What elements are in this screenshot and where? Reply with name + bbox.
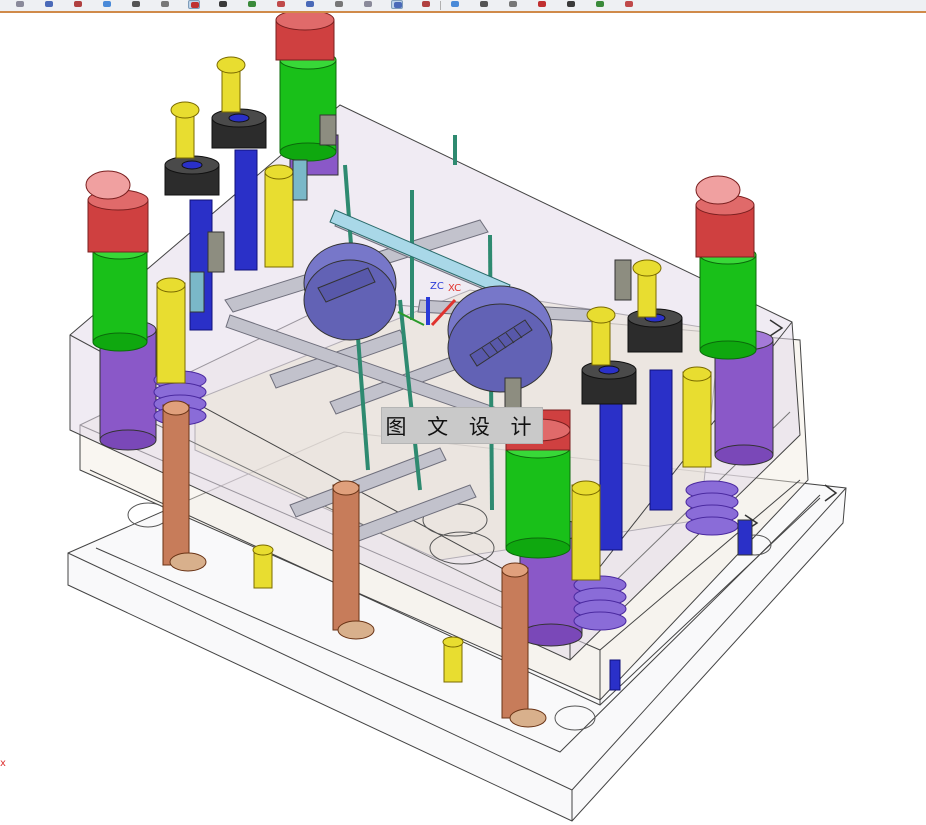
arc-icon-glyph (277, 1, 285, 7)
filter-icon[interactable] (188, 0, 200, 9)
watermark-label: 图 文 设 计 (385, 414, 539, 439)
view-icon-glyph (480, 1, 488, 7)
measure-icon-glyph (394, 2, 402, 8)
circle-icon-glyph (335, 1, 343, 7)
cut-icon[interactable] (304, 0, 316, 9)
origin-marker: x (0, 758, 6, 769)
wcs-icon[interactable] (72, 0, 84, 9)
pan-icon-glyph (132, 1, 140, 7)
curve-icon-glyph (248, 1, 256, 7)
triad-xc-label: XC (448, 283, 462, 294)
point-icon[interactable] (217, 0, 229, 9)
toolbar (0, 0, 926, 13)
graphics-viewport[interactable]: ZC XC 图 文 设 计 x (0, 13, 926, 825)
measure-icon[interactable] (391, 0, 403, 9)
watermark-label-box: 图 文 设 计 (381, 407, 543, 444)
snap-icon[interactable] (14, 0, 26, 9)
select-icon-glyph (45, 1, 53, 7)
shaded-view-icon[interactable] (101, 0, 113, 9)
view-icon[interactable] (478, 0, 490, 9)
clip-icon-glyph (625, 1, 633, 7)
curve-icon[interactable] (246, 0, 258, 9)
orient-icon[interactable] (420, 0, 432, 9)
face-icon-glyph (567, 1, 575, 7)
render-icon-glyph (509, 1, 517, 7)
rotate-icon-glyph (161, 1, 169, 7)
face-icon[interactable] (565, 0, 577, 9)
shaded-view-icon-glyph (103, 1, 111, 7)
circle-icon[interactable] (333, 0, 345, 9)
edge-icon[interactable] (536, 0, 548, 9)
triad-zc-label: ZC (430, 281, 444, 292)
filter-icon-glyph (191, 2, 199, 8)
edge-icon-glyph (538, 1, 546, 7)
render-icon[interactable] (507, 0, 519, 9)
clip-icon[interactable] (623, 0, 635, 9)
layer-icon-glyph (451, 1, 459, 7)
arc-icon[interactable] (275, 0, 287, 9)
move-icon[interactable] (362, 0, 374, 9)
section-icon[interactable] (594, 0, 606, 9)
layer-icon[interactable] (449, 0, 461, 9)
cut-icon-glyph (306, 1, 314, 7)
pan-icon[interactable] (130, 0, 142, 9)
point-icon-glyph (219, 1, 227, 7)
snap-icon-glyph (16, 1, 24, 7)
rotate-icon[interactable] (159, 0, 171, 9)
toolbar-separator (440, 1, 441, 10)
move-icon-glyph (364, 1, 372, 7)
select-icon[interactable] (43, 0, 55, 9)
orient-icon-glyph (422, 1, 430, 7)
section-icon-glyph (596, 1, 604, 7)
wcs-icon-glyph (74, 1, 82, 7)
